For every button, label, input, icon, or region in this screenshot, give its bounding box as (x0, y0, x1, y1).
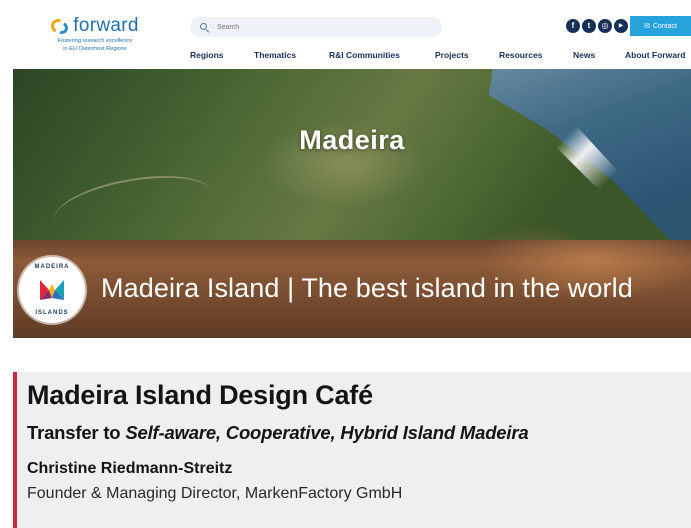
hero-title: Madeira (299, 125, 405, 155)
main-nav: Regions Thematics R&I Communities Projec… (190, 50, 685, 60)
instagram-icon[interactable]: ◎ (598, 19, 612, 33)
nav-item-resources[interactable]: Resources (499, 50, 573, 60)
talk-card: Madeira Island Design Café Transfer to S… (13, 372, 691, 528)
talk-subtitle-emphasis: Self-aware, Cooperative, Hybrid Island M… (125, 422, 529, 443)
nav-item-news[interactable]: News (573, 50, 625, 60)
madeira-m-logo-icon (40, 280, 64, 300)
talk-subtitle-prefix: Transfer to (27, 422, 126, 443)
search-bar[interactable] (190, 17, 442, 37)
site-header: forward Fostering research excellence in… (13, 9, 691, 69)
logo-wordmark: forward (73, 15, 139, 36)
nav-item-projects[interactable]: Projects (435, 50, 499, 60)
contact-button[interactable]: ✉ Contact (630, 16, 691, 36)
youtube-icon[interactable]: ▶ (614, 19, 628, 33)
logo-tagline-line-1: Fostering research excellence (57, 38, 133, 44)
nav-item-about-forward[interactable]: About Forward (625, 50, 685, 60)
nav-item-thematics[interactable]: Thematics (254, 50, 329, 60)
forward-logo-icon (49, 17, 71, 36)
talk-subtitle: Transfer to Self-aware, Cooperative, Hyb… (27, 422, 529, 444)
hero-road-image (49, 165, 217, 240)
video-title: Madeira Island | The best island in the … (101, 273, 633, 303)
speaker-name: Christine Riedmann-Streitz (27, 460, 233, 477)
speaker-role: Founder & Managing Director, MarkenFacto… (27, 485, 403, 502)
nav-item-ri-communities[interactable]: R&I Communities (329, 50, 435, 60)
forward-logo[interactable]: forward Fostering research excellence in… (35, 15, 155, 53)
search-icon (200, 22, 210, 33)
badge-text-bottom: ISLANDS (35, 310, 69, 316)
search-input[interactable] (217, 23, 417, 31)
video-banner[interactable]: MADEIRA ISLANDS Madeira Island | The bes… (13, 240, 691, 338)
talk-title: Madeira Island Design Café (27, 380, 373, 410)
contact-icon: ✉ (644, 23, 650, 30)
contact-button-label: Contact (652, 22, 677, 30)
social-links: f t ◎ ▶ (566, 19, 628, 33)
badge-text-top: MADEIRA (34, 264, 70, 270)
logo-tagline-line-2: in EU Outermost Regions (63, 46, 127, 52)
twitter-icon[interactable]: t (582, 19, 596, 33)
nav-item-regions[interactable]: Regions (190, 50, 254, 60)
madeira-islands-badge-icon: MADEIRA ISLANDS (19, 257, 85, 323)
hero-banner: Madeira (13, 69, 691, 240)
facebook-icon[interactable]: f (566, 19, 580, 33)
